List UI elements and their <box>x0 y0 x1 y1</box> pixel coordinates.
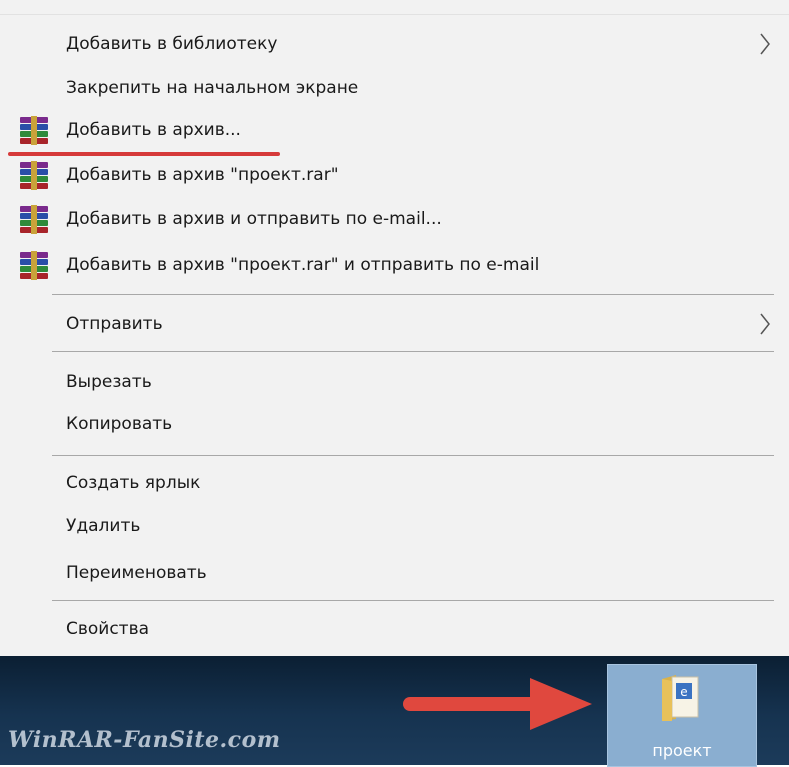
chevron-right-icon <box>760 313 770 335</box>
red-arrow-icon <box>403 678 592 730</box>
menu-item-label: Отправить <box>66 314 163 334</box>
menu-item-pin-to-start[interactable]: Закрепить на начальном экране <box>0 66 789 110</box>
winrar-icon <box>20 251 48 280</box>
menu-item-label: Создать ярлык <box>66 473 201 493</box>
menu-item-label: Добавить в архив и отправить по e-mail..… <box>66 209 442 229</box>
menu-separator <box>52 455 774 456</box>
menu-item-label: Вырезать <box>66 372 152 392</box>
winrar-icon <box>20 205 48 234</box>
menu-item-label: Добавить в библиотеку <box>66 34 278 54</box>
desktop-file-name: проект <box>652 741 712 760</box>
menu-item-send-to[interactable]: Отправить <box>0 302 789 346</box>
menu-item-add-to-library[interactable]: Добавить в библиотеку <box>0 22 789 66</box>
menu-separator <box>52 294 774 295</box>
context-menu: Добавить в библиотеку Закрепить на начал… <box>0 0 789 656</box>
menu-item-label: Переименовать <box>66 563 207 583</box>
menu-item-rename[interactable]: Переименовать <box>0 551 789 595</box>
menu-item-label: Закрепить на начальном экране <box>66 78 359 98</box>
menu-item-archive-named-and-email[interactable]: Добавить в архив "проект.rar" и отправит… <box>0 243 789 287</box>
menu-item-label: Копировать <box>66 414 173 434</box>
menu-item-copy[interactable]: Копировать <box>0 402 789 446</box>
menu-item-create-shortcut[interactable]: Создать ярлык <box>0 461 789 505</box>
menu-item-archive-and-email[interactable]: Добавить в архив и отправить по e-mail..… <box>0 197 789 241</box>
menu-item-label: Свойства <box>66 619 150 639</box>
menu-item-label: Добавить в архив "проект.rar" <box>66 165 339 185</box>
menu-item-cut[interactable]: Вырезать <box>0 360 789 404</box>
folder-icon: e <box>662 675 699 721</box>
menu-item-delete[interactable]: Удалить <box>0 504 789 548</box>
winrar-icon <box>20 116 48 145</box>
menu-separator <box>52 600 774 601</box>
winrar-icon <box>20 161 48 190</box>
menu-item-add-to-archive-named[interactable]: Добавить в архив "проект.rar" <box>0 153 789 197</box>
menu-item-properties[interactable]: Свойства <box>0 607 789 651</box>
chevron-right-icon <box>760 33 770 55</box>
menu-item-add-to-archive[interactable]: Добавить в архив... <box>0 108 789 152</box>
svg-text:e: e <box>680 685 687 699</box>
desktop-background: WinRAR-FanSite.com e проект <box>0 656 789 767</box>
menu-top-border <box>0 14 789 15</box>
menu-item-label: Добавить в архив "проект.rar" и отправит… <box>66 255 540 275</box>
menu-item-label: Добавить в архив... <box>66 120 241 140</box>
menu-item-label: Удалить <box>66 516 141 536</box>
menu-separator <box>52 351 774 352</box>
desktop-file-project[interactable]: e проект <box>607 664 757 767</box>
watermark: WinRAR-FanSite.com <box>8 727 281 753</box>
